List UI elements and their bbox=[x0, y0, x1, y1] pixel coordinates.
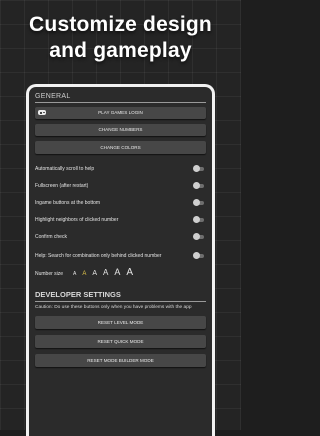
help-search-toggle[interactable] bbox=[193, 252, 204, 259]
highlight-neighbors-toggle[interactable] bbox=[193, 215, 204, 223]
ingame-buttons-toggle[interactable] bbox=[193, 198, 204, 206]
general-section-title: GENERAL bbox=[35, 93, 206, 103]
setting-label: Highlight neighbors of clicked number bbox=[35, 216, 119, 223]
change-numbers-button[interactable]: CHANGE NUMBERS bbox=[35, 124, 206, 136]
reset-mode-builder-label: RESET MODE BUILDER MODE bbox=[87, 358, 154, 363]
setting-label: Automatically scroll to help bbox=[35, 165, 95, 172]
size-option-2[interactable]: A bbox=[82, 271, 86, 277]
setting-confirm-check: Confirm check bbox=[35, 228, 206, 245]
confirm-check-toggle[interactable] bbox=[193, 232, 204, 240]
auto-scroll-toggle[interactable] bbox=[193, 164, 204, 172]
setting-label: Ingame buttons at the bottom bbox=[35, 199, 101, 206]
size-option-5[interactable]: A bbox=[114, 267, 120, 277]
play-games-login-button[interactable]: PLAY GAMES LOGIN bbox=[35, 107, 206, 119]
promo-headline: Customize design and gameplay bbox=[0, 12, 241, 64]
setting-auto-scroll: Automatically scroll to help bbox=[35, 160, 206, 177]
toggle-knob bbox=[193, 232, 200, 240]
developer-section-title: DEVELOPER SETTINGS bbox=[35, 290, 206, 302]
size-option-3[interactable]: A bbox=[92, 270, 97, 277]
fullscreen-toggle[interactable] bbox=[193, 181, 204, 189]
size-option-6[interactable]: A bbox=[126, 267, 133, 278]
toggle-knob bbox=[193, 215, 200, 223]
phone-frame: GENERAL PLAY GAMES LOGIN CHANGE NUMBERS … bbox=[26, 84, 215, 436]
developer-caution-text: Caution: Do use these buttons only when … bbox=[35, 305, 192, 310]
setting-ingame-buttons: Ingame buttons at the bottom bbox=[35, 194, 206, 211]
toggle-knob bbox=[193, 252, 200, 259]
setting-fullscreen: Fullscreen (after restart) bbox=[35, 177, 206, 194]
number-size-label: Number size bbox=[35, 271, 64, 277]
toggle-knob bbox=[193, 198, 200, 206]
change-colors-button[interactable]: CHANGE COLORS bbox=[35, 141, 206, 154]
play-games-login-label: PLAY GAMES LOGIN bbox=[98, 110, 143, 115]
setting-help-search: Help: Search for combination only behind… bbox=[35, 245, 206, 267]
reset-level-mode-button[interactable]: RESET LEVEL MODE bbox=[35, 316, 206, 329]
setting-highlight-neighbors: Highlight neighbors of clicked number bbox=[35, 211, 206, 228]
reset-mode-builder-button[interactable]: RESET MODE BUILDER MODE bbox=[35, 354, 206, 367]
headline-line-2: and gameplay bbox=[49, 39, 192, 62]
setting-label: Confirm check bbox=[35, 233, 67, 240]
size-option-4[interactable]: A bbox=[103, 268, 108, 277]
reset-quick-mode-button[interactable]: RESET QUICK MODE bbox=[35, 335, 206, 348]
number-size-selector: Number size A A A A A A bbox=[35, 267, 206, 285]
gamepad-icon bbox=[38, 110, 46, 115]
setting-label: Help: Search for combination only behind… bbox=[35, 253, 162, 259]
reset-quick-mode-label: RESET QUICK MODE bbox=[97, 339, 144, 344]
size-option-1[interactable]: A bbox=[73, 271, 76, 277]
setting-label: Fullscreen (after restart) bbox=[35, 182, 89, 189]
change-numbers-label: CHANGE NUMBERS bbox=[98, 127, 143, 132]
settings-screen: GENERAL PLAY GAMES LOGIN CHANGE NUMBERS … bbox=[35, 93, 206, 436]
toggle-knob bbox=[193, 164, 200, 172]
toggle-knob bbox=[193, 181, 200, 189]
change-colors-label: CHANGE COLORS bbox=[100, 145, 141, 150]
reset-level-mode-label: RESET LEVEL MODE bbox=[97, 320, 144, 325]
headline-line-1: Customize design bbox=[29, 13, 212, 36]
